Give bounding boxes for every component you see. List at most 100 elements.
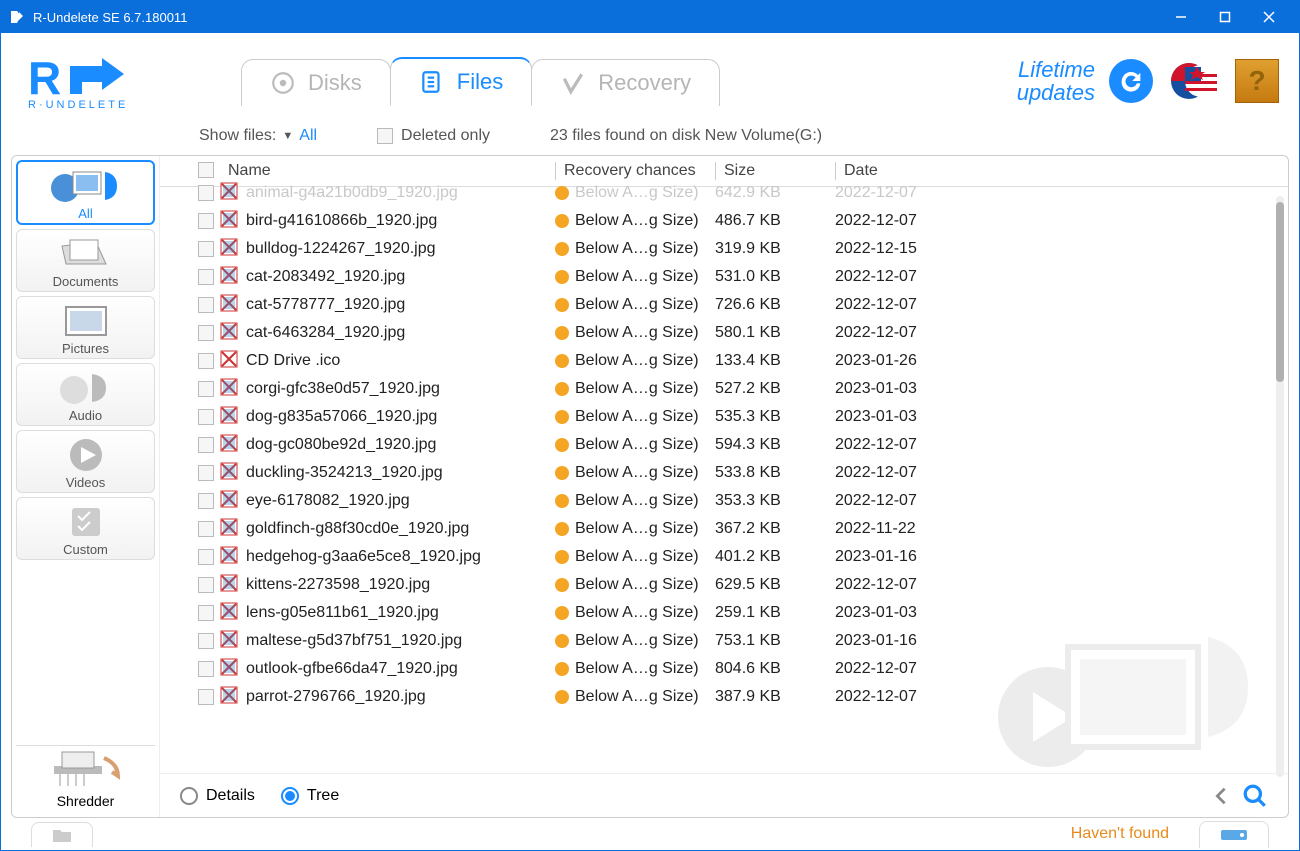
table-row[interactable]: maltese-g5d37bf751_1920.jpgBelow A…g Siz… <box>160 627 1288 655</box>
update-button[interactable] <box>1109 59 1153 103</box>
file-date: 2022-12-07 <box>835 576 975 594</box>
file-name: outlook-gfbe66da47_1920.jpg <box>246 660 458 678</box>
row-checkbox[interactable] <box>198 577 214 593</box>
sidebar-item-audio[interactable]: Audio <box>16 363 155 426</box>
search-icon[interactable] <box>1242 783 1268 809</box>
status-dot-icon <box>555 410 569 424</box>
back-icon[interactable] <box>1210 785 1232 807</box>
col-name[interactable]: Name <box>220 162 555 180</box>
table-row[interactable]: bulldog-1224267_1920.jpgBelow A…g Size)3… <box>160 235 1288 263</box>
row-checkbox[interactable] <box>198 465 214 481</box>
sidebar-custom-label: Custom <box>63 542 108 557</box>
table-row[interactable]: lens-g05e811b61_1920.jpgBelow A…g Size)2… <box>160 599 1288 627</box>
file-name: parrot-2796766_1920.jpg <box>246 688 426 706</box>
language-button[interactable] <box>1167 59 1221 103</box>
row-checkbox[interactable] <box>198 381 214 397</box>
row-checkbox[interactable] <box>198 241 214 257</box>
question-icon: ? <box>1248 65 1265 97</box>
table-row[interactable]: cat-5778777_1920.jpgBelow A…g Size)726.6… <box>160 291 1288 319</box>
status-dot-icon <box>555 578 569 592</box>
deleted-only-checkbox[interactable]: Deleted only <box>377 127 490 145</box>
col-recovery[interactable]: Recovery chances <box>555 162 715 180</box>
bottom-tab[interactable] <box>31 822 93 847</box>
tab-files[interactable]: Files <box>390 57 532 106</box>
help-button[interactable]: ? <box>1235 59 1279 103</box>
status-dot-icon <box>555 522 569 536</box>
file-size: 353.3 KB <box>715 492 835 510</box>
row-checkbox[interactable] <box>198 269 214 285</box>
table-row[interactable]: parrot-2796766_1920.jpgBelow A…g Size)38… <box>160 683 1288 711</box>
row-checkbox[interactable] <box>198 409 214 425</box>
table-row[interactable]: dog-gc080be92d_1920.jpgBelow A…g Size)59… <box>160 431 1288 459</box>
row-checkbox[interactable] <box>198 689 214 705</box>
row-checkbox[interactable] <box>198 549 214 565</box>
file-name: goldfinch-g88f30cd0e_1920.jpg <box>246 520 469 538</box>
table-row[interactable]: cat-6463284_1920.jpgBelow A…g Size)580.1… <box>160 319 1288 347</box>
row-checkbox[interactable] <box>198 437 214 453</box>
sidebar-videos-label: Videos <box>66 475 106 490</box>
sidebar-item-pictures[interactable]: Pictures <box>16 296 155 359</box>
tab-disks[interactable]: Disks <box>241 59 391 106</box>
table-row[interactable]: goldfinch-g88f30cd0e_1920.jpgBelow A…g S… <box>160 515 1288 543</box>
bottom-tab-2[interactable] <box>1199 821 1269 848</box>
sidebar-item-documents[interactable]: Documents <box>16 229 155 292</box>
status-dot-icon <box>555 186 569 200</box>
file-list[interactable]: animal-g4a21b0db9_1920.jpgBelow A…g Size… <box>160 179 1288 773</box>
tab-recovery[interactable]: Recovery <box>531 59 720 106</box>
file-date: 2022-12-07 <box>835 268 975 286</box>
row-checkbox[interactable] <box>198 605 214 621</box>
row-checkbox[interactable] <box>198 661 214 677</box>
row-checkbox[interactable] <box>198 325 214 341</box>
table-row[interactable]: dog-g835a57066_1920.jpgBelow A…g Size)53… <box>160 403 1288 431</box>
file-name: hedgehog-g3aa6e5ce8_1920.jpg <box>246 548 481 566</box>
file-date: 2022-12-07 <box>835 464 975 482</box>
sidebar-item-videos[interactable]: Videos <box>16 430 155 493</box>
row-checkbox[interactable] <box>198 521 214 537</box>
table-row[interactable]: outlook-gfbe66da47_1920.jpgBelow A…g Siz… <box>160 655 1288 683</box>
table-row[interactable]: corgi-gfc38e0d57_1920.jpgBelow A…g Size)… <box>160 375 1288 403</box>
sidebar-item-shredder[interactable]: Shredder <box>16 745 155 813</box>
status-dot-icon <box>555 354 569 368</box>
sidebar-item-custom[interactable]: Custom <box>16 497 155 560</box>
table-row[interactable]: duckling-3524213_1920.jpgBelow A…g Size)… <box>160 459 1288 487</box>
file-size: 527.2 KB <box>715 380 835 398</box>
show-files-dropdown[interactable]: Show files: ▼ All <box>199 127 317 145</box>
view-details-radio[interactable]: Details <box>180 787 255 805</box>
file-size: 367.2 KB <box>715 520 835 538</box>
view-tree-radio[interactable]: Tree <box>281 787 339 805</box>
col-date[interactable]: Date <box>835 162 975 180</box>
refresh-icon <box>1117 67 1145 95</box>
status-dot-icon <box>555 466 569 480</box>
svg-text:R·UNDELETE: R·UNDELETE <box>28 99 128 110</box>
select-all-checkbox[interactable] <box>198 162 214 178</box>
table-row[interactable]: kittens-2273598_1920.jpgBelow A…g Size)6… <box>160 571 1288 599</box>
details-label: Details <box>206 787 255 805</box>
row-checkbox[interactable] <box>198 353 214 369</box>
table-row[interactable]: hedgehog-g3aa6e5ce8_1920.jpgBelow A…g Si… <box>160 543 1288 571</box>
close-button[interactable] <box>1247 1 1291 33</box>
scrollbar-thumb[interactable] <box>1276 202 1284 382</box>
row-checkbox[interactable] <box>198 493 214 509</box>
minimize-button[interactable] <box>1159 1 1203 33</box>
svg-text:R: R <box>28 52 61 104</box>
table-row[interactable]: bird-g41610866b_1920.jpgBelow A…g Size)4… <box>160 207 1288 235</box>
table-row[interactable]: cat-2083492_1920.jpgBelow A…g Size)531.0… <box>160 263 1288 291</box>
havent-found-link[interactable]: Haven't found <box>1071 825 1169 843</box>
all-media-icon <box>41 166 131 206</box>
table-row[interactable]: eye-6178082_1920.jpgBelow A…g Size)353.3… <box>160 487 1288 515</box>
row-checkbox[interactable] <box>198 213 214 229</box>
chevron-down-icon: ▼ <box>282 130 293 142</box>
row-checkbox[interactable] <box>198 633 214 649</box>
row-checkbox[interactable] <box>198 297 214 313</box>
file-name: dog-g835a57066_1920.jpg <box>246 408 437 426</box>
titlebar: R-Undelete SE 6.7.180011 <box>1 1 1299 33</box>
col-size[interactable]: Size <box>715 162 835 180</box>
file-type-icon <box>220 574 238 597</box>
sidebar-item-all[interactable]: All <box>16 160 155 225</box>
table-row[interactable]: animal-g4a21b0db9_1920.jpgBelow A…g Size… <box>160 179 1288 207</box>
maximize-button[interactable] <box>1203 1 1247 33</box>
table-row[interactable]: CD Drive .icoBelow A…g Size)133.4 KB2023… <box>160 347 1288 375</box>
files-found-text: 23 files found on disk New Volume(G:) <box>550 127 822 145</box>
row-checkbox[interactable] <box>198 185 214 201</box>
scrollbar[interactable] <box>1276 196 1284 777</box>
